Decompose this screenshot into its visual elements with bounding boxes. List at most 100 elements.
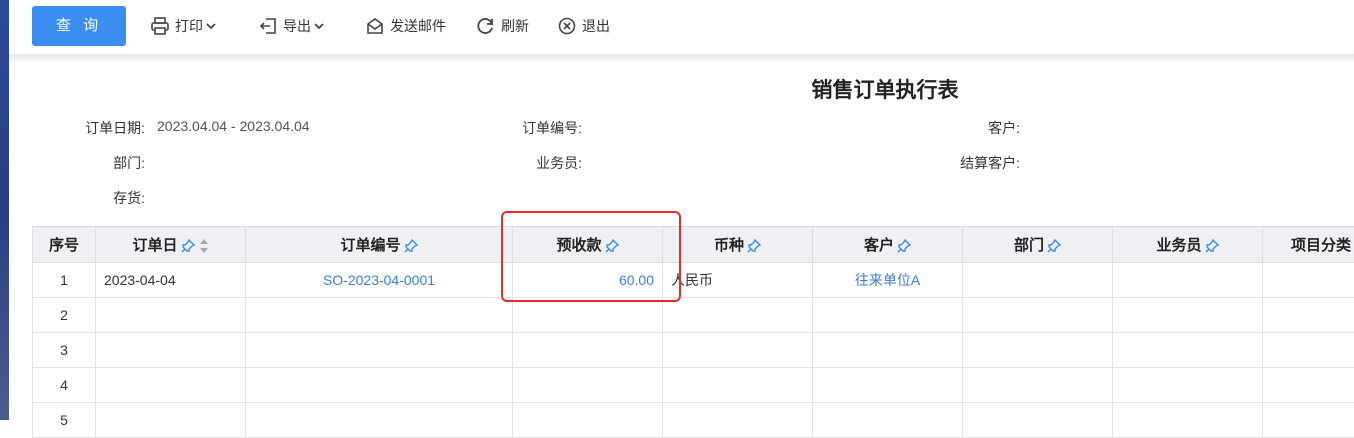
cell-department — [963, 333, 1113, 368]
pin-icon[interactable] — [747, 239, 761, 253]
table-header-row: 序号 订单日 订单编号 预收款 币种 客户 部门 业务员 项目分类 — [33, 227, 1354, 263]
col-header-label: 订单编号 — [340, 237, 400, 254]
col-header-order-no[interactable]: 订单编号 — [246, 227, 513, 263]
col-header-label: 项目分类 — [1291, 237, 1351, 254]
cell-salesperson — [1113, 263, 1263, 298]
exit-label: 退出 — [582, 16, 610, 36]
col-header-label: 订单日 — [132, 237, 177, 254]
toolbar-shadow — [9, 54, 1354, 62]
table-row[interactable]: 5 — [33, 403, 1354, 438]
cell-customer-link[interactable]: 往来单位A — [813, 263, 963, 298]
cell-date: 2023-04-04 — [96, 263, 246, 298]
pin-icon[interactable] — [404, 239, 418, 253]
cell-department — [963, 298, 1113, 333]
report-table: 序号 订单日 订单编号 预收款 币种 客户 部门 业务员 项目分类 1 2023… — [32, 226, 1354, 438]
sort-icon[interactable] — [199, 238, 209, 254]
cell-order-no — [246, 403, 513, 438]
cell-index: 1 — [33, 263, 96, 298]
cell-project-category — [1263, 368, 1354, 403]
order-date-value: 2023.04.04 - 2023.04.04 — [157, 118, 310, 134]
col-header-salesperson[interactable]: 业务员 — [1113, 227, 1263, 263]
cell-date — [96, 333, 246, 368]
col-header-label: 序号 — [49, 237, 79, 254]
col-header-customer[interactable]: 客户 — [813, 227, 963, 263]
cell-customer — [813, 368, 963, 403]
pin-icon[interactable] — [181, 239, 195, 253]
close-circle-icon — [557, 16, 577, 36]
cell-prepay — [513, 298, 663, 333]
table-row[interactable]: 1 2023-04-04 SO-2023-04-0001 60.00 人民币 往… — [33, 263, 1354, 298]
col-header-label: 部门 — [1014, 237, 1044, 254]
table-row[interactable]: 3 — [33, 333, 1354, 368]
refresh-button[interactable]: 刷新 — [476, 15, 529, 37]
cell-project-category — [1263, 298, 1354, 333]
cell-department — [963, 368, 1113, 403]
col-header-project-category[interactable]: 项目分类 — [1263, 227, 1354, 263]
cell-department — [963, 263, 1113, 298]
cell-date — [96, 368, 246, 403]
chevron-down-icon — [206, 21, 216, 31]
refresh-label: 刷新 — [501, 16, 529, 36]
col-header-index[interactable]: 序号 — [33, 227, 96, 263]
printer-icon — [150, 16, 170, 36]
department-label: 部门: — [60, 153, 145, 173]
export-button[interactable]: 导出 — [258, 15, 329, 37]
pin-icon[interactable] — [897, 239, 911, 253]
cell-project-category — [1263, 403, 1354, 438]
table-row[interactable]: 4 — [33, 368, 1354, 403]
cell-currency — [663, 403, 813, 438]
pin-icon[interactable] — [1047, 239, 1061, 253]
inventory-label: 存货: — [60, 188, 145, 208]
cell-date — [96, 403, 246, 438]
cell-order-no — [246, 333, 513, 368]
cell-index: 5 — [33, 403, 96, 438]
cell-order-no — [246, 298, 513, 333]
cell-index: 2 — [33, 298, 96, 333]
cell-department — [963, 403, 1113, 438]
col-header-date[interactable]: 订单日 — [96, 227, 246, 263]
order-date-label: 订单日期: — [60, 118, 145, 138]
col-header-label: 客户 — [864, 237, 894, 254]
cell-order-no — [246, 368, 513, 403]
cell-currency — [663, 298, 813, 333]
cell-salesperson — [1113, 368, 1263, 403]
cell-project-category — [1263, 263, 1354, 298]
send-email-button[interactable]: 发送邮件 — [365, 15, 446, 37]
cell-index: 4 — [33, 368, 96, 403]
col-header-label: 币种 — [714, 237, 744, 254]
cell-project-category — [1263, 333, 1354, 368]
cell-customer — [813, 333, 963, 368]
export-label: 导出 — [283, 16, 311, 36]
print-button[interactable]: 打印 — [150, 15, 221, 37]
export-icon — [258, 16, 278, 36]
send-email-label: 发送邮件 — [390, 16, 446, 36]
cell-prepay — [513, 333, 663, 368]
cell-prepay — [513, 368, 663, 403]
cell-index: 3 — [33, 333, 96, 368]
cell-salesperson — [1113, 298, 1263, 333]
salesperson-label: 业务员: — [490, 153, 582, 173]
refresh-icon — [476, 16, 496, 36]
cell-salesperson — [1113, 333, 1263, 368]
cell-order-no-link[interactable]: SO-2023-04-0001 — [246, 263, 513, 298]
exit-button[interactable]: 退出 — [557, 15, 610, 37]
col-header-department[interactable]: 部门 — [963, 227, 1113, 263]
order-no-label: 订单编号: — [490, 118, 582, 138]
cell-currency — [663, 368, 813, 403]
left-window-strip — [0, 0, 9, 420]
cell-date — [96, 298, 246, 333]
mail-icon — [365, 16, 385, 36]
cell-customer — [813, 403, 963, 438]
cell-customer — [813, 298, 963, 333]
cell-prepay — [513, 403, 663, 438]
pin-icon[interactable] — [1205, 239, 1219, 253]
customer-label: 客户: — [950, 118, 1020, 138]
annotation-highlight-box — [501, 211, 681, 302]
col-header-currency[interactable]: 币种 — [663, 227, 813, 263]
report-title: 销售订单执行表 — [780, 74, 990, 104]
query-button[interactable]: 查 询 — [32, 6, 126, 46]
print-label: 打印 — [175, 16, 203, 36]
settle-customer-label: 结算客户: — [930, 153, 1020, 173]
cell-currency: 人民币 — [663, 263, 813, 298]
table-row[interactable]: 2 — [33, 298, 1354, 333]
